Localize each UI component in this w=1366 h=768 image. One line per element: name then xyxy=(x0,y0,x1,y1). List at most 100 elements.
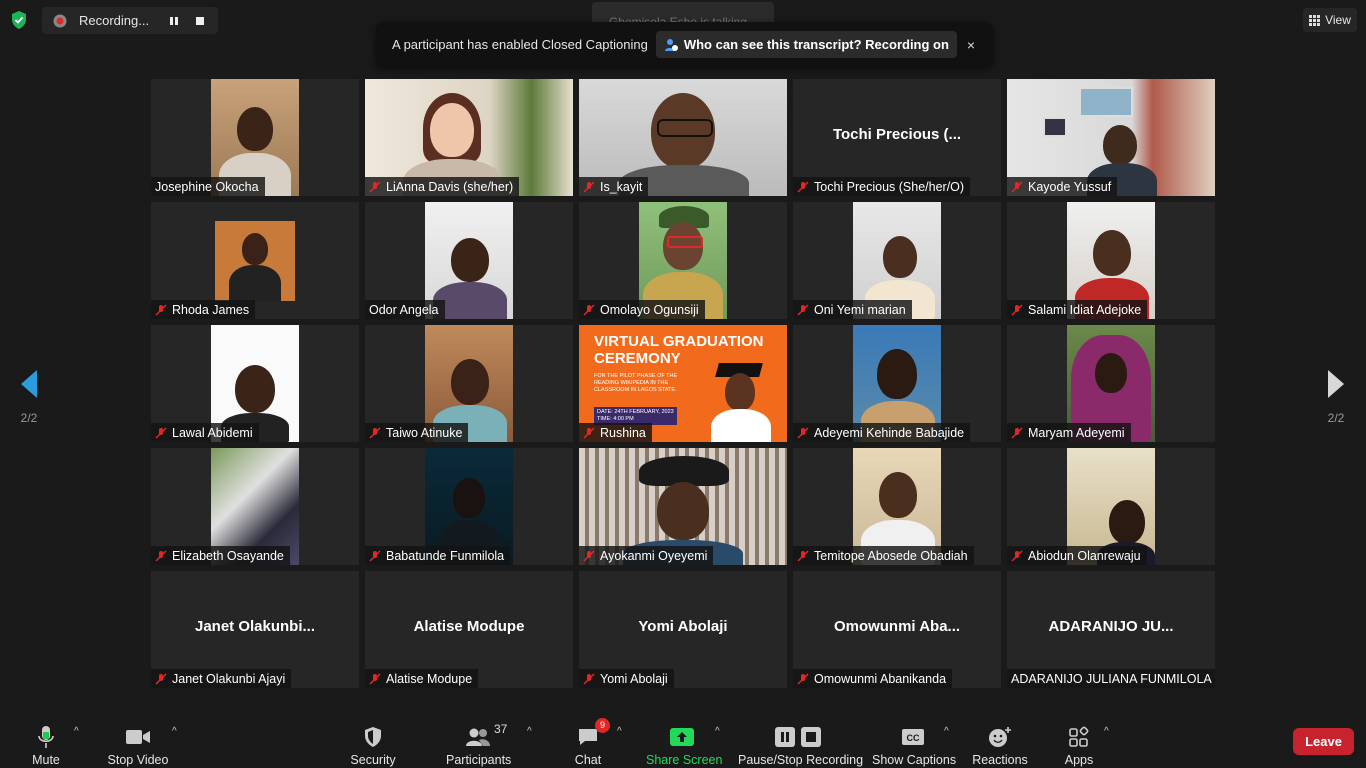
show-captions-label: Show Captions xyxy=(872,753,957,767)
participant-tile[interactable]: Josephine Okocha xyxy=(151,79,359,196)
participant-display-name: ADARANIJO JU... xyxy=(1048,618,1174,635)
participant-tile[interactable]: Ayokanmi Oyeyemi xyxy=(579,448,787,565)
participant-tile[interactable]: Yomi Abolaji Yomi Abolaji xyxy=(579,571,787,688)
participant-tile[interactable]: Salami Idiat Adejoke xyxy=(1007,202,1215,319)
participant-tile[interactable]: Temitope Abosede Obadiah xyxy=(793,448,1001,565)
participant-tile[interactable]: Alatise Modupe Alatise Modupe xyxy=(365,571,573,688)
participant-name-label: Omowunmi Abanikanda xyxy=(793,669,953,688)
participant-name: Tochi Precious (She/her/O) xyxy=(814,179,965,194)
participant-tile[interactable]: Adeyemi Kehinde Babajide xyxy=(793,325,1001,442)
participant-tile[interactable]: Omowunmi Aba... Omowunmi Abanikanda xyxy=(793,571,1001,688)
captioning-banner: A participant has enabled Closed Caption… xyxy=(376,22,993,67)
stop-video-button[interactable]: Stop Video xyxy=(104,724,172,767)
pause-stop-recording-button[interactable]: Pause/Stop Recording xyxy=(738,724,863,767)
participants-label: Participants xyxy=(446,753,512,767)
participant-name-label: Elizabeth Osayande xyxy=(151,546,290,565)
participant-tile[interactable]: Kayode Yussuf xyxy=(1007,79,1215,196)
participant-tile[interactable]: LiAnna Davis (she/her) xyxy=(365,79,573,196)
triangle-right-icon xyxy=(1328,370,1344,398)
mic-muted-icon xyxy=(1011,549,1023,562)
chevron-up-icon[interactable]: ^ xyxy=(944,726,949,737)
participant-name-label: Ayokanmi Oyeyemi xyxy=(579,546,714,565)
participant-tile[interactable]: Taiwo Atinuke xyxy=(365,325,573,442)
participant-display-name: Tochi Precious (... xyxy=(832,126,962,143)
participant-display-name: Omowunmi Aba... xyxy=(833,618,961,635)
security-button[interactable]: Security xyxy=(347,724,399,767)
mic-muted-icon xyxy=(583,672,595,685)
view-button[interactable]: View xyxy=(1303,8,1357,32)
participant-tile[interactable]: Abiodun Olanrewaju xyxy=(1007,448,1215,565)
participant-name-label: Josephine Okocha xyxy=(151,177,265,196)
shield-icon[interactable] xyxy=(8,9,30,31)
participant-name-label: Adeyemi Kehinde Babajide xyxy=(793,423,971,442)
participant-name: ADARANIJO JULIANA FUNMILOLA xyxy=(1011,671,1212,686)
mic-muted-icon xyxy=(155,303,167,316)
participant-name: Maryam Adeyemi xyxy=(1028,425,1125,440)
participant-tile[interactable]: VIRTUAL GRADUATION CEREMONY FOR THE PILO… xyxy=(579,325,787,442)
recording-indicator[interactable]: Recording... xyxy=(42,7,218,34)
chat-label: Chat xyxy=(574,753,602,767)
participant-tile[interactable]: Odor Angela xyxy=(365,202,573,319)
share-screen-button[interactable]: Share Screen xyxy=(646,724,722,767)
participant-name-label: Kayode Yussuf xyxy=(1007,177,1118,196)
participants-button[interactable]: 37 Participants xyxy=(446,722,512,767)
participant-tile[interactable]: Babatunde Funmilola xyxy=(365,448,573,565)
chevron-up-icon[interactable]: ^ xyxy=(715,726,720,737)
mic-muted-icon xyxy=(369,426,381,439)
shield-icon xyxy=(365,727,381,747)
participant-tile[interactable]: Janet Olakunbi... Janet Olakunbi Ajayi xyxy=(151,571,359,688)
participant-name-label: Odor Angela xyxy=(365,300,445,319)
participant-tile[interactable]: Maryam Adeyemi xyxy=(1007,325,1215,442)
mic-muted-icon xyxy=(369,180,381,193)
chevron-up-icon[interactable]: ^ xyxy=(617,726,622,737)
leave-button[interactable]: Leave xyxy=(1293,728,1354,755)
mic-muted-icon xyxy=(797,672,809,685)
participant-tile[interactable]: Rhoda James xyxy=(151,202,359,319)
mic-muted-icon xyxy=(369,672,381,685)
participant-name: Babatunde Funmilola xyxy=(386,548,505,563)
video-grid: Josephine Okocha LiAnna Davis (she/her) … xyxy=(151,79,1215,688)
mic-muted-icon xyxy=(583,180,595,193)
apps-button[interactable]: Apps xyxy=(1062,724,1096,767)
transcript-info-button[interactable]: Who can see this transcript? Recording o… xyxy=(655,31,957,58)
participant-name: Alatise Modupe xyxy=(386,671,473,686)
show-captions-button[interactable]: CC Show Captions xyxy=(872,724,957,767)
participant-tile[interactable]: Elizabeth Osayande xyxy=(151,448,359,565)
chevron-up-icon[interactable]: ^ xyxy=(74,726,79,737)
recording-icon xyxy=(53,14,67,27)
participant-tile[interactable]: Omolayo Ogunsiji xyxy=(579,202,787,319)
banner-text: A participant has enabled Closed Caption… xyxy=(392,37,648,52)
chevron-up-icon[interactable]: ^ xyxy=(1104,726,1109,737)
next-page-button[interactable]: 2/2 xyxy=(1321,370,1351,425)
participant-name: Taiwo Atinuke xyxy=(386,425,463,440)
participant-display-name: Yomi Abolaji xyxy=(638,618,728,635)
grid-icon xyxy=(1309,14,1321,26)
participant-name: Temitope Abosede Obadiah xyxy=(814,548,968,563)
participant-tile[interactable]: ADARANIJO JU... ADARANIJO JULIANA FUNMIL… xyxy=(1007,571,1215,688)
stop-recording-button[interactable] xyxy=(189,10,211,32)
mic-muted-icon xyxy=(797,426,809,439)
mute-button[interactable]: Mute xyxy=(28,724,64,767)
chevron-up-icon[interactable]: ^ xyxy=(172,726,177,737)
poster-date-text: DATE: 24TH FEBRUARY, 2023 xyxy=(597,409,674,415)
participants-icon xyxy=(466,728,490,746)
participant-tile[interactable]: Is_kayit xyxy=(579,79,787,196)
apps-icon xyxy=(1069,726,1089,747)
participant-tile[interactable]: Tochi Precious (... Tochi Precious (She/… xyxy=(793,79,1001,196)
close-icon[interactable]: × xyxy=(967,37,975,53)
chevron-up-icon[interactable]: ^ xyxy=(527,726,532,737)
participant-tile[interactable]: Oni Yemi marian xyxy=(793,202,1001,319)
mic-muted-icon xyxy=(1011,303,1023,316)
microphone-icon xyxy=(38,726,54,748)
chat-button[interactable]: 9 Chat xyxy=(574,718,610,767)
mic-muted-icon xyxy=(797,303,809,316)
page-indicator-right: 2/2 xyxy=(1327,411,1345,425)
mic-muted-icon xyxy=(155,549,167,562)
previous-page-button[interactable]: 2/2 xyxy=(14,370,44,425)
pause-recording-button[interactable] xyxy=(163,10,185,32)
participant-name-label: Janet Olakunbi Ajayi xyxy=(151,669,292,688)
participant-display-name: Alatise Modupe xyxy=(413,618,525,635)
participant-name-label: LiAnna Davis (she/her) xyxy=(365,177,520,196)
participant-tile[interactable]: Lawal Abidemi xyxy=(151,325,359,442)
reactions-button[interactable]: Reactions xyxy=(972,724,1028,767)
